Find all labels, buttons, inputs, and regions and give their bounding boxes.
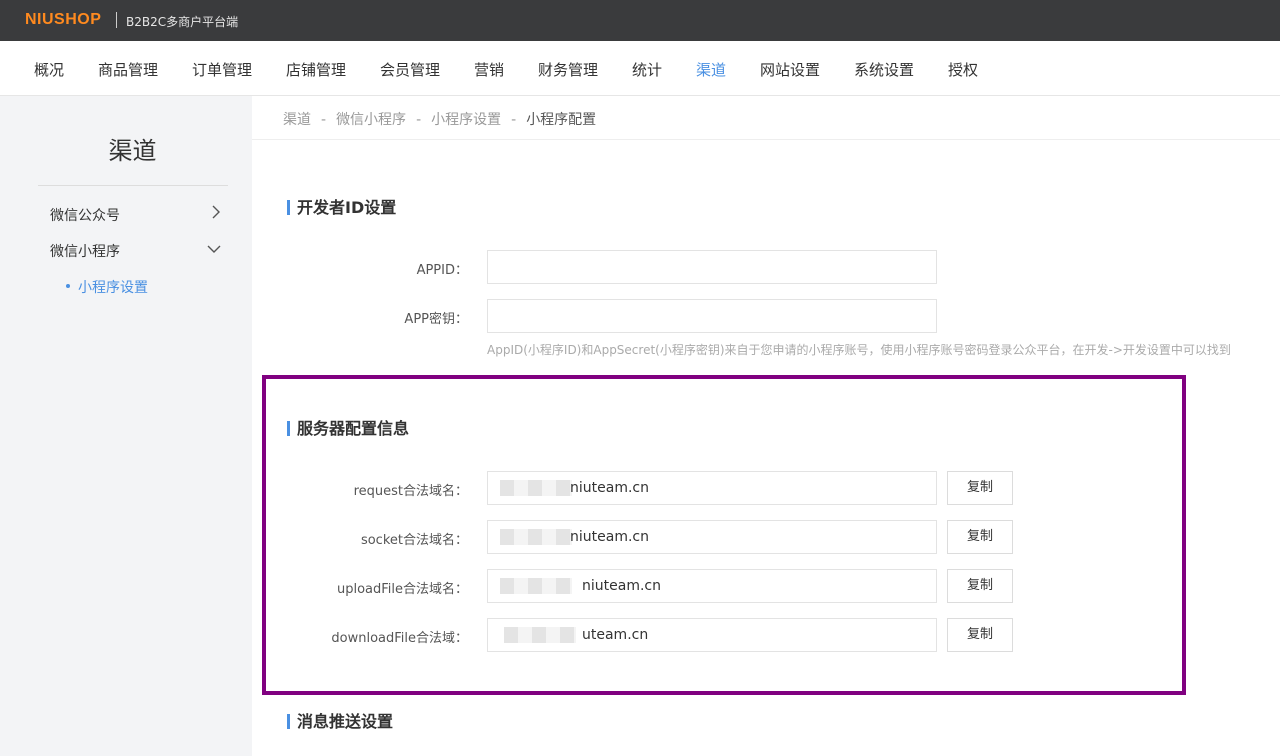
copy-download-domain-button[interactable]: 复制	[947, 618, 1013, 652]
socket-domain-value: niuteam.cn	[570, 529, 649, 545]
message-section-title: 消息推送设置	[287, 713, 393, 731]
redacted-area	[500, 480, 572, 496]
copy-socket-domain-button[interactable]: 复制	[947, 520, 1013, 554]
server-section-title: 服务器配置信息	[287, 420, 409, 438]
breadcrumb-divider	[252, 139, 1280, 140]
upload-domain-field[interactable]: niuteam.cn	[487, 569, 937, 603]
logo-divider	[116, 12, 117, 28]
breadcrumb-item[interactable]: 微信小程序	[336, 112, 406, 128]
nav-item-orders[interactable]: 订单管理	[192, 59, 252, 80]
socket-domain-field[interactable]: niuteam.cn	[487, 520, 937, 554]
chevron-right-icon	[210, 204, 222, 224]
nav-item-members[interactable]: 会员管理	[380, 59, 440, 80]
redacted-area	[504, 627, 576, 643]
breadcrumb-item[interactable]: 渠道	[283, 112, 311, 128]
breadcrumb-item[interactable]: 小程序设置	[431, 112, 501, 128]
redacted-area	[500, 578, 572, 594]
app-secret-input[interactable]	[487, 299, 937, 333]
platform-subtitle: B2B2C多商户平台端	[126, 15, 239, 29]
top-bar: NIUSHOP B2B2C多商户平台端	[0, 0, 1280, 41]
nav-item-shops[interactable]: 店铺管理	[286, 59, 346, 80]
nav-item-license[interactable]: 授权	[948, 59, 978, 80]
download-domain-value: uteam.cn	[582, 627, 649, 643]
download-domain-label: downloadFile合法域：	[331, 631, 468, 646]
breadcrumb-separator: -	[321, 112, 327, 128]
sidebar-title: 渠道	[108, 137, 157, 165]
request-domain-label: request合法域名：	[353, 484, 468, 499]
main-nav: 概况 商品管理 订单管理 店铺管理 会员管理 营销 财务管理 统计 渠道 网站设…	[0, 41, 1280, 96]
nav-item-site-settings[interactable]: 网站设置	[760, 59, 820, 80]
chevron-down-icon	[206, 243, 222, 259]
sidebar-subitem-label: 小程序设置	[78, 280, 148, 296]
developer-section-title: 开发者ID设置	[287, 199, 396, 217]
redacted-area	[500, 529, 572, 545]
appid-input[interactable]	[487, 250, 937, 284]
breadcrumb-separator: -	[416, 112, 422, 128]
sidebar: 渠道 微信公众号 微信小程序 小程序设置	[0, 96, 252, 756]
sidebar-item-label: 微信公众号	[50, 208, 120, 224]
upload-domain-label: uploadFile合法域名：	[336, 582, 468, 597]
copy-request-domain-button[interactable]: 复制	[947, 471, 1013, 505]
sidebar-subitem-miniprogram-settings[interactable]: 小程序设置	[66, 277, 148, 297]
sidebar-item-wechat-miniprogram[interactable]: 微信小程序	[50, 241, 226, 261]
bullet-icon	[66, 284, 70, 288]
copy-upload-domain-button[interactable]: 复制	[947, 569, 1013, 603]
nav-item-marketing[interactable]: 营销	[474, 59, 504, 80]
nav-item-system-settings[interactable]: 系统设置	[854, 59, 914, 80]
breadcrumb-current: 小程序配置	[526, 112, 597, 128]
download-domain-field[interactable]: uteam.cn	[487, 618, 937, 652]
sidebar-item-wechat-official[interactable]: 微信公众号	[50, 205, 226, 225]
nav-item-stats[interactable]: 统计	[632, 59, 662, 80]
socket-domain-label: socket合法域名：	[360, 533, 468, 548]
nav-item-channels[interactable]: 渠道	[696, 59, 726, 80]
developer-hint: AppID(小程序ID)和AppSecret(小程序密钥)来自于您申请的小程序账…	[487, 343, 1231, 357]
request-domain-field[interactable]: niuteam.cn	[487, 471, 937, 505]
nav-item-finance[interactable]: 财务管理	[538, 59, 598, 80]
app-secret-label: APP密钥：	[404, 312, 468, 327]
nav-item-goods[interactable]: 商品管理	[98, 59, 158, 80]
breadcrumb: 渠道 - 微信小程序 - 小程序设置 - 小程序配置	[283, 109, 596, 129]
nav-item-overview[interactable]: 概况	[34, 59, 64, 80]
upload-domain-value: niuteam.cn	[582, 578, 661, 594]
sidebar-divider	[38, 185, 228, 186]
request-domain-value: niuteam.cn	[570, 480, 649, 496]
sidebar-item-label: 微信小程序	[50, 244, 120, 260]
appid-label: APPID：	[416, 263, 468, 278]
breadcrumb-separator: -	[511, 112, 517, 128]
logo[interactable]: NIUSHOP	[25, 11, 101, 29]
